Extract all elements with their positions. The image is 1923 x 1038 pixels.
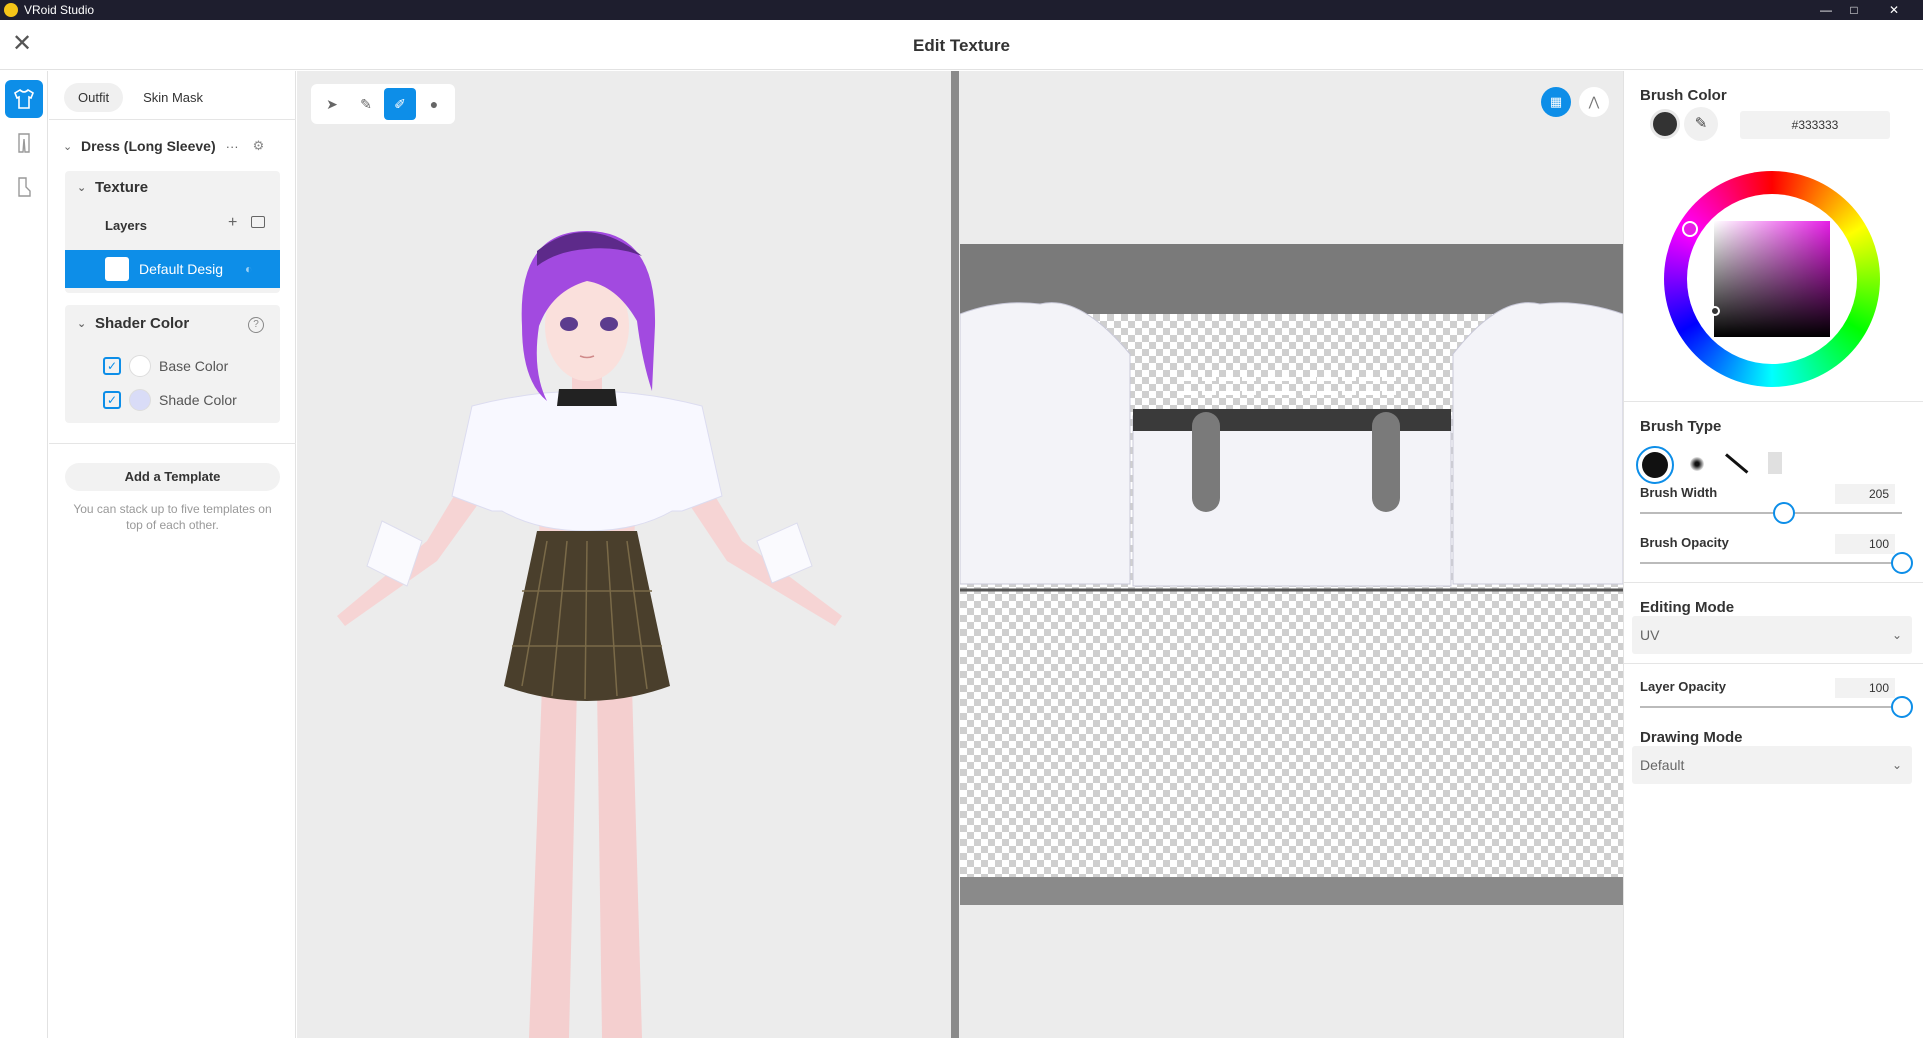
outfit-icon[interactable]	[5, 80, 43, 118]
shoes-icon[interactable]	[5, 168, 43, 206]
brush-width-label: Brush Width	[1640, 485, 1718, 500]
pane-splitter[interactable]	[951, 71, 959, 1038]
grid-toggle-icon[interactable]: ▦	[1541, 87, 1571, 117]
divider	[1624, 582, 1923, 583]
base-color-label: Base Color	[159, 358, 229, 374]
brush-opacity-input[interactable]: 100	[1835, 534, 1895, 554]
brush-color-title: Brush Color	[1640, 87, 1727, 104]
base-color-swatch[interactable]	[129, 355, 151, 377]
os-title-bar: VRoid Studio — □ ✕	[0, 0, 1923, 20]
layer-name: Default Desig	[139, 261, 224, 277]
brush-opacity-slider[interactable]	[1640, 552, 1913, 574]
add-layer-icon[interactable]: +	[228, 214, 237, 232]
texture-header[interactable]: ⌄ Texture	[77, 179, 148, 196]
settings-sliders-icon[interactable]: ⚙	[253, 138, 265, 154]
tab-skin-mask[interactable]: Skin Mask	[129, 83, 217, 112]
layer-opacity-label: Layer Opacity	[1640, 679, 1726, 694]
soft-brush-icon[interactable]	[1690, 457, 1704, 471]
base-color-row[interactable]: ✓ Base Color	[103, 355, 228, 377]
texture-brush-icon[interactable]	[1768, 452, 1782, 474]
model-viewport[interactable]: ➤ ✎ ✐ ●	[297, 71, 951, 1038]
outfit-item-row[interactable]: ⌄ Dress (Long Sleeve) ··· ⚙	[63, 135, 285, 157]
more-options-icon[interactable]: ···	[226, 139, 239, 154]
uv-canvas[interactable]: ▦ ⋀	[959, 71, 1623, 1038]
chevron-down-icon: ⌄	[77, 182, 87, 194]
chevron-down-icon: ⌄	[1891, 758, 1902, 772]
drawing-mode-value: Default	[1640, 757, 1685, 773]
layer-item-selected[interactable]: Default Desig ◐	[65, 250, 280, 288]
layer-panel: Outfit Skin Mask ⌄ Dress (Long Sleeve) ·…	[49, 71, 296, 1038]
brush-color-swatch[interactable]	[1650, 109, 1680, 139]
checkbox-checked-icon[interactable]: ✓	[103, 391, 121, 409]
slider-knob[interactable]	[1891, 552, 1913, 574]
brush-width-slider[interactable]	[1640, 502, 1902, 524]
hard-brush-option[interactable]	[1636, 446, 1674, 484]
add-image-layer-icon[interactable]	[251, 216, 265, 228]
brush-type-title: Brush Type	[1640, 418, 1722, 435]
brush-width-input[interactable]: 205	[1835, 484, 1895, 504]
maximize-button[interactable]: □	[1840, 0, 1868, 20]
minimize-button[interactable]: —	[1812, 0, 1840, 20]
pen-brush-icon[interactable]	[1725, 453, 1749, 474]
divider	[49, 443, 296, 444]
editing-mode-dropdown[interactable]: UV ⌄	[1632, 616, 1912, 654]
hard-brush-icon	[1642, 452, 1668, 478]
template-hint: You can stack up to five templates on to…	[73, 502, 272, 532]
window-title: VRoid Studio	[24, 3, 95, 17]
panel-tabs: Outfit Skin Mask	[64, 83, 217, 112]
visibility-icon[interactable]: ◐	[245, 262, 252, 276]
outfit-item-name: Dress (Long Sleeve)	[81, 138, 216, 154]
checkbox-checked-icon[interactable]: ✓	[103, 357, 121, 375]
layers-label: Layers	[105, 218, 147, 233]
slider-knob[interactable]	[1891, 696, 1913, 718]
slider-knob[interactable]	[1773, 502, 1796, 524]
chevron-down-icon[interactable]: ⌄	[63, 140, 81, 153]
texture-label: Texture	[95, 179, 149, 196]
editor-header: ✕ Edit Texture	[0, 20, 1923, 70]
layer-opacity-input[interactable]: 100	[1835, 678, 1895, 698]
avatar-model	[337, 231, 842, 1038]
shade-color-row[interactable]: ✓ Shade Color	[103, 389, 237, 411]
pants-icon[interactable]	[5, 124, 43, 162]
brush-settings-panel: Brush Color ✎ #333333 Brush Type Brush W…	[1623, 71, 1923, 1038]
drawing-mode-title: Drawing Mode	[1640, 729, 1743, 746]
editing-mode-title: Editing Mode	[1640, 599, 1735, 616]
shader-color-group: ⌄ Shader Color ? ✓ Base Color ✓ Shade Co…	[65, 305, 280, 423]
chevron-down-icon: ⌄	[1891, 628, 1902, 642]
uv-texture-islands	[960, 244, 1623, 905]
help-icon[interactable]: ?	[248, 317, 264, 333]
tab-outfit[interactable]: Outfit	[64, 83, 124, 112]
divider	[1624, 663, 1923, 664]
shader-header[interactable]: ⌄ Shader Color	[77, 315, 189, 332]
add-template-button[interactable]: Add a Template	[65, 463, 280, 491]
page-title: Edit Texture	[913, 36, 1010, 55]
shader-label: Shader Color	[95, 315, 190, 332]
texture-image[interactable]	[960, 244, 1623, 905]
drawing-mode-dropdown[interactable]: Default ⌄	[1632, 746, 1912, 784]
sv-handle[interactable]	[1710, 306, 1720, 316]
chevron-down-icon: ⌄	[77, 318, 87, 330]
divider	[49, 119, 296, 120]
uv-view-controls: ▦ ⋀	[1541, 87, 1609, 117]
hex-color-input[interactable]: #333333	[1740, 111, 1890, 139]
eyedropper-icon[interactable]: ✎	[1684, 107, 1718, 141]
divider	[1624, 401, 1923, 402]
saturation-value-square[interactable]	[1714, 221, 1830, 337]
layer-opacity-slider[interactable]	[1640, 696, 1913, 718]
shade-color-swatch[interactable]	[129, 389, 151, 411]
brush-opacity-label: Brush Opacity	[1640, 535, 1729, 550]
vroid-logo-icon	[4, 3, 18, 17]
layer-thumbnail	[105, 257, 129, 281]
mirror-toggle-icon[interactable]: ⋀	[1579, 87, 1609, 117]
category-rail	[0, 71, 48, 1038]
editing-mode-value: UV	[1640, 627, 1660, 643]
shade-color-label: Shade Color	[159, 392, 237, 408]
window-close-button[interactable]: ✕	[1880, 0, 1908, 20]
hue-handle[interactable]	[1682, 221, 1698, 237]
